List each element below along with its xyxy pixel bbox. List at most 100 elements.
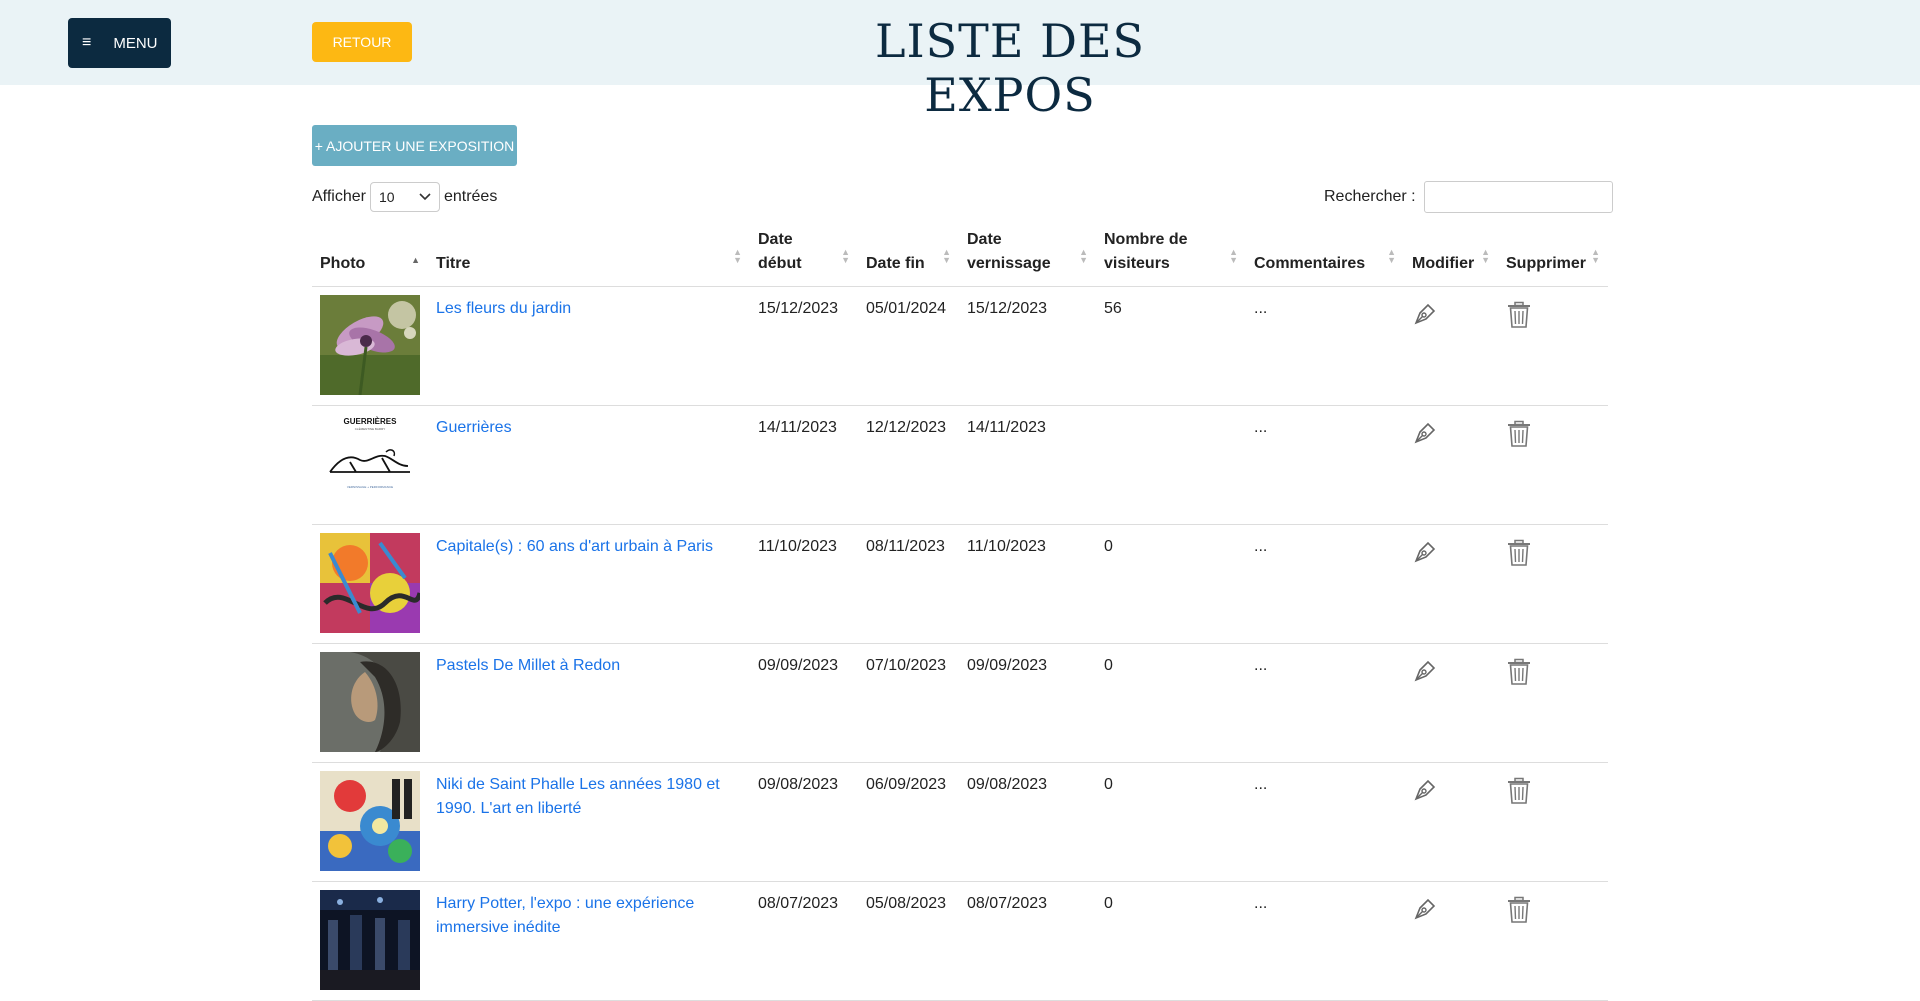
column-header-comments[interactable]: Commentaires ▲ ▼ <box>1246 222 1404 287</box>
column-label: Supprimer <box>1506 255 1587 272</box>
sort-asc-icon: ▲ <box>411 255 420 265</box>
exhibitions-table: Photo ▲ Titre ▲ ▼ Date début ▲ ▼ Date fin ▲ ▼ D… <box>312 222 1608 1001</box>
comments-cell: ... <box>1246 762 1404 882</box>
table-row: Les fleurs du jardin 15/12/2023 05/01/20… <box>312 286 1608 406</box>
exhibition-thumbnail[interactable] <box>320 295 420 395</box>
top-header: ≡ MENU RETOUR LISTE DES EXPOS <box>0 0 1920 122</box>
column-header-photo[interactable]: Photo ▲ <box>312 222 428 287</box>
page-length-control: Afficher 10 entrées <box>312 182 497 212</box>
edit-cell <box>1404 643 1498 763</box>
column-label: Date fin <box>866 255 925 272</box>
search-input[interactable] <box>1423 181 1613 213</box>
end-date-cell: 07/10/2023 <box>858 643 959 763</box>
column-header-start[interactable]: Date début ▲ ▼ <box>750 222 858 287</box>
edit-pen-icon[interactable] <box>1412 420 1438 446</box>
title-cell: Pastels De Millet à Redon <box>428 643 750 763</box>
table-row: Capitale(s) : 60 ans d'art urbain à Pari… <box>312 524 1608 644</box>
trash-icon[interactable] <box>1506 896 1532 924</box>
back-button[interactable]: RETOUR <box>312 22 412 62</box>
end-date-cell: 05/08/2023 <box>858 881 959 1001</box>
menu-button[interactable]: ≡ MENU <box>68 18 171 68</box>
sort-icon: ▲ ▼ <box>1481 247 1490 265</box>
menu-label: MENU <box>113 34 158 52</box>
vernissage-date-cell: 15/12/2023 <box>959 286 1096 406</box>
exhibition-title-link[interactable]: Niki de Saint Phalle Les années 1980 et … <box>436 776 720 817</box>
edit-pen-icon[interactable] <box>1412 539 1438 565</box>
title-cell: Niki de Saint Phalle Les années 1980 et … <box>428 762 750 882</box>
exhibition-title-link[interactable]: Les fleurs du jardin <box>436 300 571 317</box>
delete-cell <box>1498 881 1608 1001</box>
chevron-down-icon <box>419 193 431 201</box>
end-date-cell: 12/12/2023 <box>858 405 959 525</box>
table-header-row: Photo ▲ Titre ▲ ▼ Date début ▲ ▼ Date fin ▲ ▼ D… <box>312 222 1608 287</box>
column-label: Commentaires <box>1254 255 1366 272</box>
exhibition-thumbnail[interactable] <box>320 890 420 990</box>
column-header-end[interactable]: Date fin ▲ ▼ <box>858 222 959 287</box>
hamburger-icon: ≡ <box>82 34 92 51</box>
title-cell: Guerrières <box>428 405 750 525</box>
exhibition-thumbnail[interactable] <box>320 652 420 752</box>
exhibition-title-link[interactable]: Harry Potter, l'expo : une expérience im… <box>436 895 694 936</box>
sort-icon: ▲ ▼ <box>1229 247 1238 265</box>
edit-cell <box>1404 405 1498 525</box>
vernissage-date-cell: 09/08/2023 <box>959 762 1096 882</box>
edit-pen-icon[interactable] <box>1412 301 1438 327</box>
exhibition-thumbnail[interactable]: GUERRIÈRES CLÉMENTINE BARRY VERNISSAGE +… <box>320 414 420 514</box>
column-header-visitors[interactable]: Nombre de visiteurs ▲ ▼ <box>1096 222 1246 287</box>
edit-pen-icon[interactable] <box>1412 658 1438 684</box>
trash-icon[interactable] <box>1506 658 1532 686</box>
start-date-cell: 09/08/2023 <box>750 762 858 882</box>
edit-pen-icon[interactable] <box>1412 896 1438 922</box>
visitors-cell: 0 <box>1096 881 1246 1001</box>
edit-cell <box>1404 881 1498 1001</box>
column-header-title[interactable]: Titre ▲ ▼ <box>428 222 750 287</box>
column-header-vernissage[interactable]: Date vernissage ▲ ▼ <box>959 222 1096 287</box>
start-date-cell: 14/11/2023 <box>750 405 858 525</box>
column-header-edit[interactable]: Modifier ▲ ▼ <box>1404 222 1498 287</box>
start-date-cell: 11/10/2023 <box>750 524 858 644</box>
trash-icon[interactable] <box>1506 301 1532 329</box>
sort-icon: ▲ ▼ <box>1079 247 1088 265</box>
trash-icon[interactable] <box>1506 777 1532 805</box>
thumbnail-caption: VERNISSAGE + PERFORMANCE <box>347 485 393 489</box>
trash-icon[interactable] <box>1506 539 1532 567</box>
start-date-cell: 15/12/2023 <box>750 286 858 406</box>
page-title: LISTE DES EXPOS <box>874 14 1146 122</box>
visitors-cell <box>1096 405 1246 525</box>
search-control: Rechercher : <box>1324 181 1613 213</box>
title-cell: Harry Potter, l'expo : une expérience im… <box>428 881 750 1001</box>
column-label: Modifier <box>1412 255 1475 272</box>
delete-cell <box>1498 643 1608 763</box>
exhibition-title-link[interactable]: Guerrières <box>436 419 512 436</box>
comments-cell: ... <box>1246 286 1404 406</box>
edit-cell <box>1404 524 1498 644</box>
edit-pen-icon[interactable] <box>1412 777 1438 803</box>
page-length-select[interactable]: 10 <box>369 182 440 212</box>
vernissage-date-cell: 14/11/2023 <box>959 405 1096 525</box>
photo-cell: GUERRIÈRES CLÉMENTINE BARRY VERNISSAGE +… <box>312 405 428 525</box>
photo-cell <box>312 881 428 1001</box>
delete-cell <box>1498 286 1608 406</box>
photo-cell <box>312 762 428 882</box>
visitors-cell: 56 <box>1096 286 1246 406</box>
exhibition-title-link[interactable]: Capitale(s) : 60 ans d'art urbain à Pari… <box>436 538 713 555</box>
visitors-cell: 0 <box>1096 524 1246 644</box>
exhibition-thumbnail[interactable] <box>320 533 420 633</box>
photo-cell <box>312 286 428 406</box>
page-length-value: 10 <box>378 189 395 205</box>
add-exhibition-button[interactable]: + AJOUTER UNE EXPOSITION <box>312 125 517 166</box>
vernissage-date-cell: 11/10/2023 <box>959 524 1096 644</box>
visitors-cell: 0 <box>1096 643 1246 763</box>
column-header-delete[interactable]: Supprimer ▲ ▼ <box>1498 222 1608 287</box>
show-suffix: entrées <box>443 188 498 205</box>
end-date-cell: 08/11/2023 <box>858 524 959 644</box>
exhibition-title-link[interactable]: Pastels De Millet à Redon <box>436 657 620 674</box>
delete-cell <box>1498 524 1608 644</box>
comments-cell: ... <box>1246 643 1404 763</box>
trash-icon[interactable] <box>1506 420 1532 448</box>
sort-icon: ▲ ▼ <box>942 247 951 265</box>
photo-cell <box>312 643 428 763</box>
exhibition-thumbnail[interactable] <box>320 771 420 871</box>
table-row: Pastels De Millet à Redon 09/09/2023 07/… <box>312 643 1608 763</box>
sort-icon: ▲ ▼ <box>733 247 742 265</box>
